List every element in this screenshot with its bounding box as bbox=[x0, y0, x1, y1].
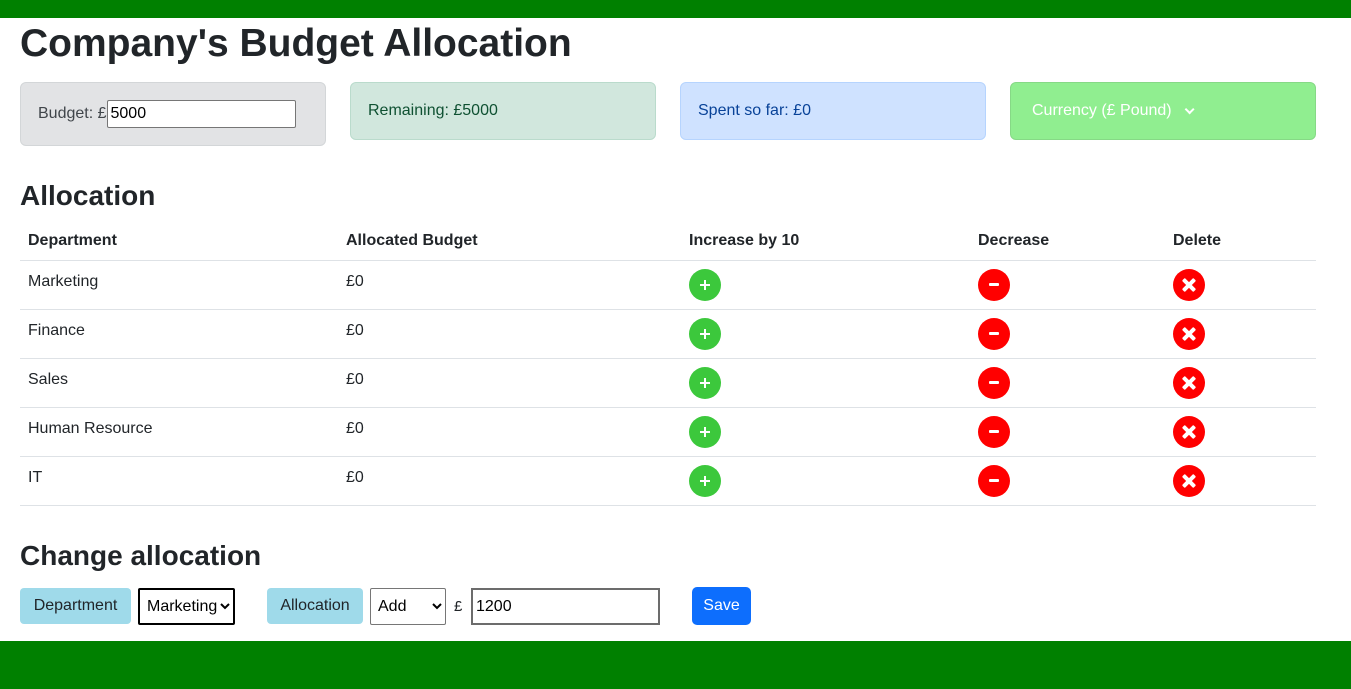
minus-circle-icon[interactable] bbox=[978, 464, 1010, 497]
budget-label: Budget: £ bbox=[38, 105, 107, 122]
delete-cell bbox=[1165, 456, 1316, 506]
delete-cell bbox=[1165, 309, 1316, 359]
department-cell: Marketing bbox=[20, 260, 338, 310]
minus-glyph bbox=[989, 479, 999, 482]
increase-cell bbox=[681, 309, 970, 359]
table-row: Marketing £0 bbox=[20, 260, 1316, 310]
delete-cell bbox=[1165, 407, 1316, 457]
x-glyph bbox=[1182, 376, 1196, 390]
currency-dropdown[interactable]: Currency (£ Pound) bbox=[1010, 82, 1316, 140]
x-glyph bbox=[1182, 425, 1196, 439]
plus-glyph bbox=[700, 377, 710, 388]
minus-glyph bbox=[989, 381, 999, 384]
decrease-cell bbox=[970, 407, 1165, 457]
department-label: Department bbox=[20, 588, 131, 624]
minus-circle-icon[interactable] bbox=[978, 268, 1010, 301]
table-row: IT £0 bbox=[20, 456, 1316, 506]
decrease-cell bbox=[970, 456, 1165, 506]
delete-cell bbox=[1165, 260, 1316, 310]
chevron-down-icon bbox=[1184, 103, 1195, 114]
allocation-table: Department Allocated Budget Increase by … bbox=[20, 222, 1316, 506]
top-bar bbox=[0, 0, 1351, 18]
x-circle-icon[interactable] bbox=[1173, 415, 1205, 448]
bottom-bar bbox=[0, 641, 1351, 689]
increase-cell bbox=[681, 456, 970, 506]
table-header-row: Department Allocated Budget Increase by … bbox=[20, 222, 1316, 261]
plus-circle-icon[interactable] bbox=[689, 317, 721, 350]
table-row: Human Resource £0 bbox=[20, 407, 1316, 457]
decrease-cell bbox=[970, 260, 1165, 310]
allocated-budget-cell: £0 bbox=[338, 358, 681, 408]
column-header-increase: Increase by 10 bbox=[681, 222, 970, 261]
x-glyph bbox=[1182, 474, 1196, 488]
minus-circle-icon[interactable] bbox=[978, 366, 1010, 399]
budget-card: Budget: £ bbox=[20, 82, 326, 146]
plus-circle-icon[interactable] bbox=[689, 464, 721, 497]
plus-circle-icon[interactable] bbox=[689, 268, 721, 301]
allocation-mode-select[interactable]: Add bbox=[370, 588, 446, 625]
table-row: Sales £0 bbox=[20, 358, 1316, 408]
column-header-delete: Delete bbox=[1165, 222, 1316, 261]
plus-glyph bbox=[700, 426, 710, 437]
delete-cell bbox=[1165, 358, 1316, 408]
change-allocation-title: Change allocation bbox=[20, 540, 262, 571]
currency-symbol: £ bbox=[454, 598, 463, 615]
plus-glyph bbox=[700, 279, 710, 290]
department-cell: Human Resource bbox=[20, 407, 338, 457]
x-circle-icon[interactable] bbox=[1173, 464, 1205, 497]
allocation-amount-input[interactable] bbox=[471, 588, 660, 625]
department-cell: Finance bbox=[20, 309, 338, 359]
budget-input[interactable] bbox=[106, 100, 296, 128]
plus-circle-icon[interactable] bbox=[689, 366, 721, 399]
plus-glyph bbox=[700, 475, 710, 486]
x-glyph bbox=[1182, 327, 1196, 341]
spent-text: Spent so far: £0 bbox=[698, 102, 811, 119]
minus-glyph bbox=[989, 283, 999, 286]
allocated-budget-cell: £0 bbox=[338, 407, 681, 457]
decrease-cell bbox=[970, 309, 1165, 359]
department-cell: Sales bbox=[20, 358, 338, 408]
increase-cell bbox=[681, 407, 970, 457]
increase-cell bbox=[681, 260, 970, 310]
minus-glyph bbox=[989, 332, 999, 335]
allocated-budget-cell: £0 bbox=[338, 260, 681, 310]
x-circle-icon[interactable] bbox=[1173, 366, 1205, 399]
department-select[interactable]: Marketing bbox=[138, 588, 235, 625]
decrease-cell bbox=[970, 358, 1165, 408]
minus-circle-icon[interactable] bbox=[978, 317, 1010, 350]
change-allocation-form: Department Marketing Allocation Add £ Sa… bbox=[0, 587, 1351, 625]
table-row: Finance £0 bbox=[20, 309, 1316, 359]
allocated-budget-cell: £0 bbox=[338, 456, 681, 506]
allocated-budget-cell: £0 bbox=[338, 309, 681, 359]
minus-circle-icon[interactable] bbox=[978, 415, 1010, 448]
save-button[interactable]: Save bbox=[692, 587, 751, 625]
remaining-card: Remaining: £5000 bbox=[350, 82, 656, 140]
column-header-allocated-budget: Allocated Budget bbox=[338, 222, 681, 261]
column-header-decrease: Decrease bbox=[970, 222, 1165, 261]
allocation-label: Allocation bbox=[267, 588, 363, 624]
currency-text: Currency (£ Pound) bbox=[1032, 102, 1172, 119]
x-circle-icon[interactable] bbox=[1173, 317, 1205, 350]
department-cell: IT bbox=[20, 456, 338, 506]
x-glyph bbox=[1182, 278, 1196, 292]
remaining-text: Remaining: £5000 bbox=[368, 102, 498, 119]
x-circle-icon[interactable] bbox=[1173, 268, 1205, 301]
page-title: Company's Budget Allocation bbox=[20, 22, 572, 65]
column-header-department: Department bbox=[20, 222, 338, 261]
plus-circle-icon[interactable] bbox=[689, 415, 721, 448]
spent-card: Spent so far: £0 bbox=[680, 82, 986, 140]
allocation-title: Allocation bbox=[20, 180, 156, 211]
plus-glyph bbox=[700, 328, 710, 339]
minus-glyph bbox=[989, 430, 999, 433]
increase-cell bbox=[681, 358, 970, 408]
